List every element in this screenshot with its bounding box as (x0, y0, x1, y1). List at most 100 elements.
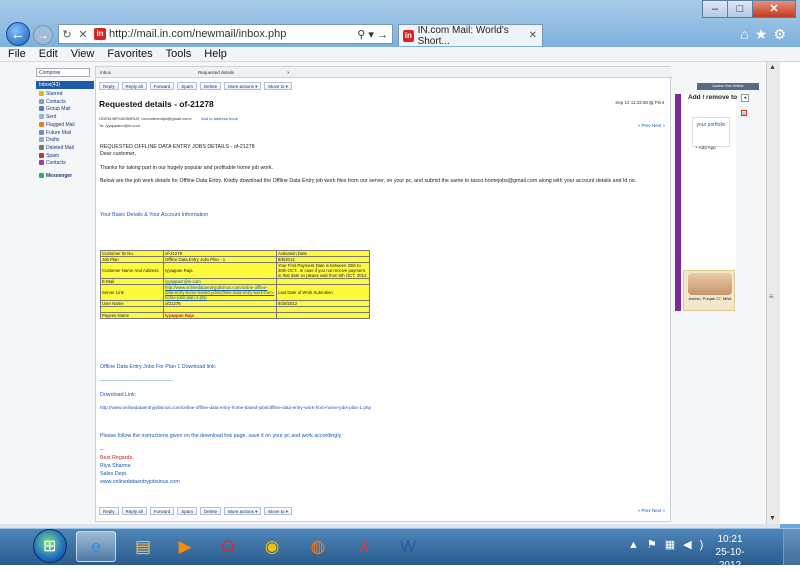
more-actions-button-bottom[interactable]: More actions ▾ (224, 507, 262, 515)
tab-close-icon[interactable]: ✕ (529, 30, 537, 41)
compose-button[interactable]: Compose (36, 68, 90, 77)
scroll-grip-icon[interactable]: ≡ (769, 292, 774, 301)
scroll-down-icon[interactable]: ▼ (769, 515, 776, 522)
signature-site[interactable]: www.onlinedataentryjobsinus.com (100, 479, 660, 485)
tab-site-icon: in (403, 29, 414, 42)
taskbar-chrome-icon[interactable]: ◉ (252, 531, 292, 562)
follow-instructions: Please follow the instructions given on … (100, 433, 343, 439)
future-mail-icon (39, 129, 44, 135)
table-cell (276, 312, 370, 319)
sidebar-item-future-mail[interactable]: Future Mail (36, 129, 94, 138)
favorites-star-icon[interactable]: ★ (755, 26, 774, 42)
address-book-icon (39, 160, 44, 166)
print-link[interactable]: Print (655, 100, 664, 105)
stop-icon[interactable]: ✕ (75, 28, 91, 41)
sidebar-item-inbox[interactable]: Inbox(43) (36, 81, 94, 89)
browser-tab[interactable]: in IN.com Mail: World's Short... ✕ (398, 24, 543, 47)
menu-favorites[interactable]: Favorites (107, 48, 152, 60)
menu-tools[interactable]: Tools (166, 48, 192, 60)
move-to-button-bottom[interactable]: Move to ▾ (264, 507, 292, 515)
reply-all-button[interactable]: Reply all (121, 82, 147, 90)
ad-caption: Ashish, Punjab 27, MBA (688, 296, 732, 301)
minimize-button[interactable]: – (702, 0, 728, 18)
maximize-button[interactable]: □ (727, 0, 753, 18)
tools-gear-icon[interactable]: ⚙ (773, 26, 792, 42)
portfolio-app[interactable]: your portfolio (692, 117, 730, 147)
taskbar-clock[interactable]: 10:21 25-10-2012 (705, 533, 755, 572)
add-app-link[interactable]: + Add App (695, 145, 716, 150)
reply-button-bottom[interactable]: Reply (99, 507, 119, 515)
sidebar-item-spam[interactable]: Spam (36, 152, 94, 161)
sidebar-item-sent[interactable]: Sent (36, 114, 94, 122)
tab-inbox[interactable]: Inbox (100, 70, 111, 75)
address-bar[interactable]: ↻ ✕ in http://mail.in.com/newmail/inbox.… (58, 24, 393, 44)
refresh-icon[interactable]: ↻ (59, 28, 75, 41)
dashes: ----------------------------------------… (100, 378, 173, 384)
print-icon[interactable]: ▤ (649, 100, 653, 105)
advertisement[interactable]: Ashish, Punjab 27, MBA (683, 270, 735, 311)
home-icon[interactable]: ⌂ (740, 26, 754, 42)
server-link[interactable]: http://www.onlinedataentryjobsinus.com/o… (163, 284, 277, 301)
back-button[interactable]: ← (6, 22, 30, 46)
panel-collapse-icon[interactable]: ◂ (741, 94, 749, 102)
url-text[interactable]: http://mail.in.com/newmail/inbox.php (109, 28, 344, 40)
menu-file[interactable]: File (8, 48, 26, 60)
top-right-button[interactable]: Access Your Hotline (697, 83, 759, 90)
sidebar-item-contacts-top[interactable]: Contacts (36, 98, 94, 107)
move-to-button[interactable]: Move to ▾ (264, 82, 292, 90)
more-actions-button[interactable]: More actions ▾ (224, 82, 262, 90)
tab-close-icon[interactable]: × (287, 70, 290, 75)
menu-edit[interactable]: Edit (39, 48, 58, 60)
sent-icon (39, 114, 44, 120)
show-desktop-button[interactable] (783, 529, 800, 565)
taskbar-acrobat-icon[interactable]: ⅄ (344, 531, 384, 562)
forward-mail-button[interactable]: Forward (149, 82, 175, 90)
taskbar-opera-icon[interactable]: O (208, 531, 248, 562)
best-regards: Best Regards, (100, 455, 134, 461)
prev-next-top[interactable]: « Prev Next » (638, 123, 665, 128)
menu-bar: File Edit View Favorites Tools Help (0, 47, 800, 62)
sidebar-item-starred[interactable]: Starred (36, 91, 94, 99)
close-button[interactable]: ✕ (752, 0, 796, 18)
spam-button-bottom[interactable]: Spam (177, 507, 198, 515)
mail-subject: Requested details - of-21278 (99, 99, 214, 109)
start-button[interactable]: ⊞ (33, 529, 67, 563)
taskbar-word-icon[interactable]: W (388, 531, 428, 562)
delete-button[interactable]: Delete (200, 82, 222, 90)
tray-network-icon[interactable]: ▦ (665, 539, 683, 551)
taskbar-explorer-icon[interactable]: ▤ (123, 531, 163, 562)
clock-date: 25-10-2012 (715, 547, 745, 571)
download-url[interactable]: http://www.onlinedataentryjobsinus.com/o… (100, 405, 660, 411)
sidebar-item-flagged[interactable]: Flagged Mail (36, 121, 94, 130)
spam-button[interactable]: Spam (177, 82, 198, 90)
portfolio-label: your portfolio (696, 122, 726, 128)
sidebar-item-drafts[interactable]: Drafts (36, 137, 94, 145)
mail-to: To: iyyappanrr@in.com (99, 123, 140, 128)
menu-view[interactable]: View (71, 48, 95, 60)
taskbar-media-player-icon[interactable]: ▶ (165, 531, 205, 562)
sidebar-item-group-mail[interactable]: Group Mail (36, 106, 94, 114)
tray-expand-icon[interactable]: ▲ (628, 539, 647, 551)
reply-button[interactable]: Reply (99, 82, 119, 90)
prev-next-bottom[interactable]: « Prev Next » (638, 508, 665, 513)
sidebar-item-messenger[interactable]: Messenger (36, 173, 94, 181)
scroll-up-icon[interactable]: ▲ (769, 64, 776, 71)
browser-window: – □ ✕ ← → ↻ ✕ in http://mail.in.com/newm… (0, 0, 800, 571)
tab-open-mail[interactable]: Requested details (198, 70, 234, 75)
search-dropdown-icon[interactable]: ⚲ ▾ → (344, 28, 392, 41)
forward-mail-button-bottom[interactable]: Forward (149, 507, 175, 515)
sidebar-item-contacts[interactable]: Contacts (36, 160, 94, 168)
browser-right-icons: ⌂★⚙ (740, 26, 792, 43)
reply-all-button-bottom[interactable]: Reply all (121, 507, 147, 515)
contacts-icon (39, 98, 44, 104)
tray-flag-icon[interactable]: ⚑ (647, 539, 665, 551)
menu-help[interactable]: Help (204, 48, 227, 60)
mail-alert-icon[interactable]: ✉ (741, 110, 747, 116)
delete-button-bottom[interactable]: Delete (200, 507, 222, 515)
vertical-scrollbar[interactable]: ▲ ≡ ▼ (766, 62, 780, 524)
sidebar-item-deleted[interactable]: Deleted Mail (36, 144, 94, 153)
taskbar-firefox-icon[interactable]: ◍ (298, 531, 338, 562)
forward-button[interactable]: → (33, 25, 53, 45)
add-to-address-book-link[interactable]: Add to address book (201, 116, 238, 121)
taskbar-ie-icon[interactable]: e (76, 531, 116, 562)
